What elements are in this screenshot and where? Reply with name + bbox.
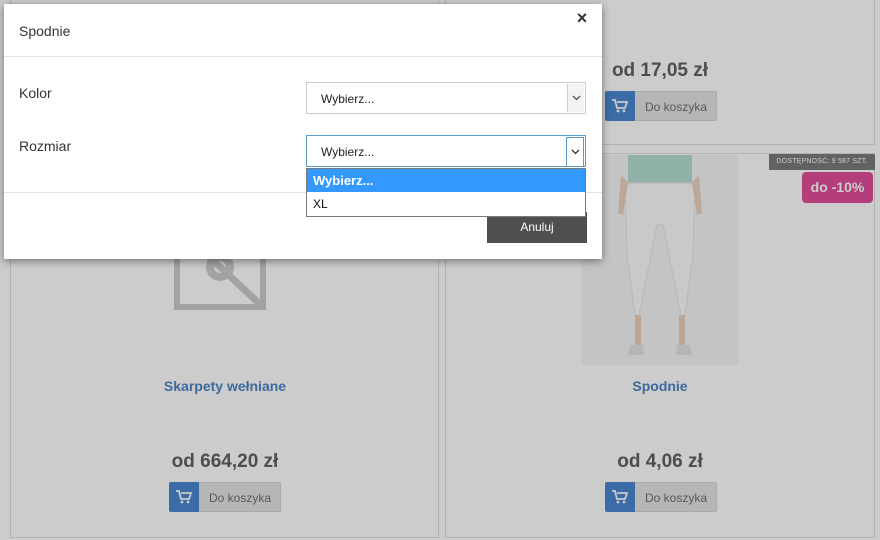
variant-modal: Spodnie × Kolor Wybierz... Rozmiar Wybie… xyxy=(4,4,602,259)
color-label: Kolor xyxy=(19,85,52,101)
size-dropdown-list: Wybierz... XL xyxy=(306,168,586,217)
size-select[interactable]: Wybierz... xyxy=(306,135,586,167)
chevron-down-icon xyxy=(566,137,584,167)
close-icon[interactable]: × xyxy=(574,9,590,27)
size-select-value: Wybierz... xyxy=(321,145,375,159)
modal-title: Spodnie xyxy=(19,23,71,39)
color-select-value: Wybierz... xyxy=(321,92,375,106)
dropdown-option[interactable]: XL xyxy=(307,193,585,216)
chevron-down-icon xyxy=(567,84,584,112)
size-label: Rozmiar xyxy=(19,138,72,154)
dropdown-option[interactable]: Wybierz... xyxy=(307,169,585,192)
modal-header: Spodnie × xyxy=(4,4,602,57)
color-select[interactable]: Wybierz... xyxy=(306,82,586,114)
